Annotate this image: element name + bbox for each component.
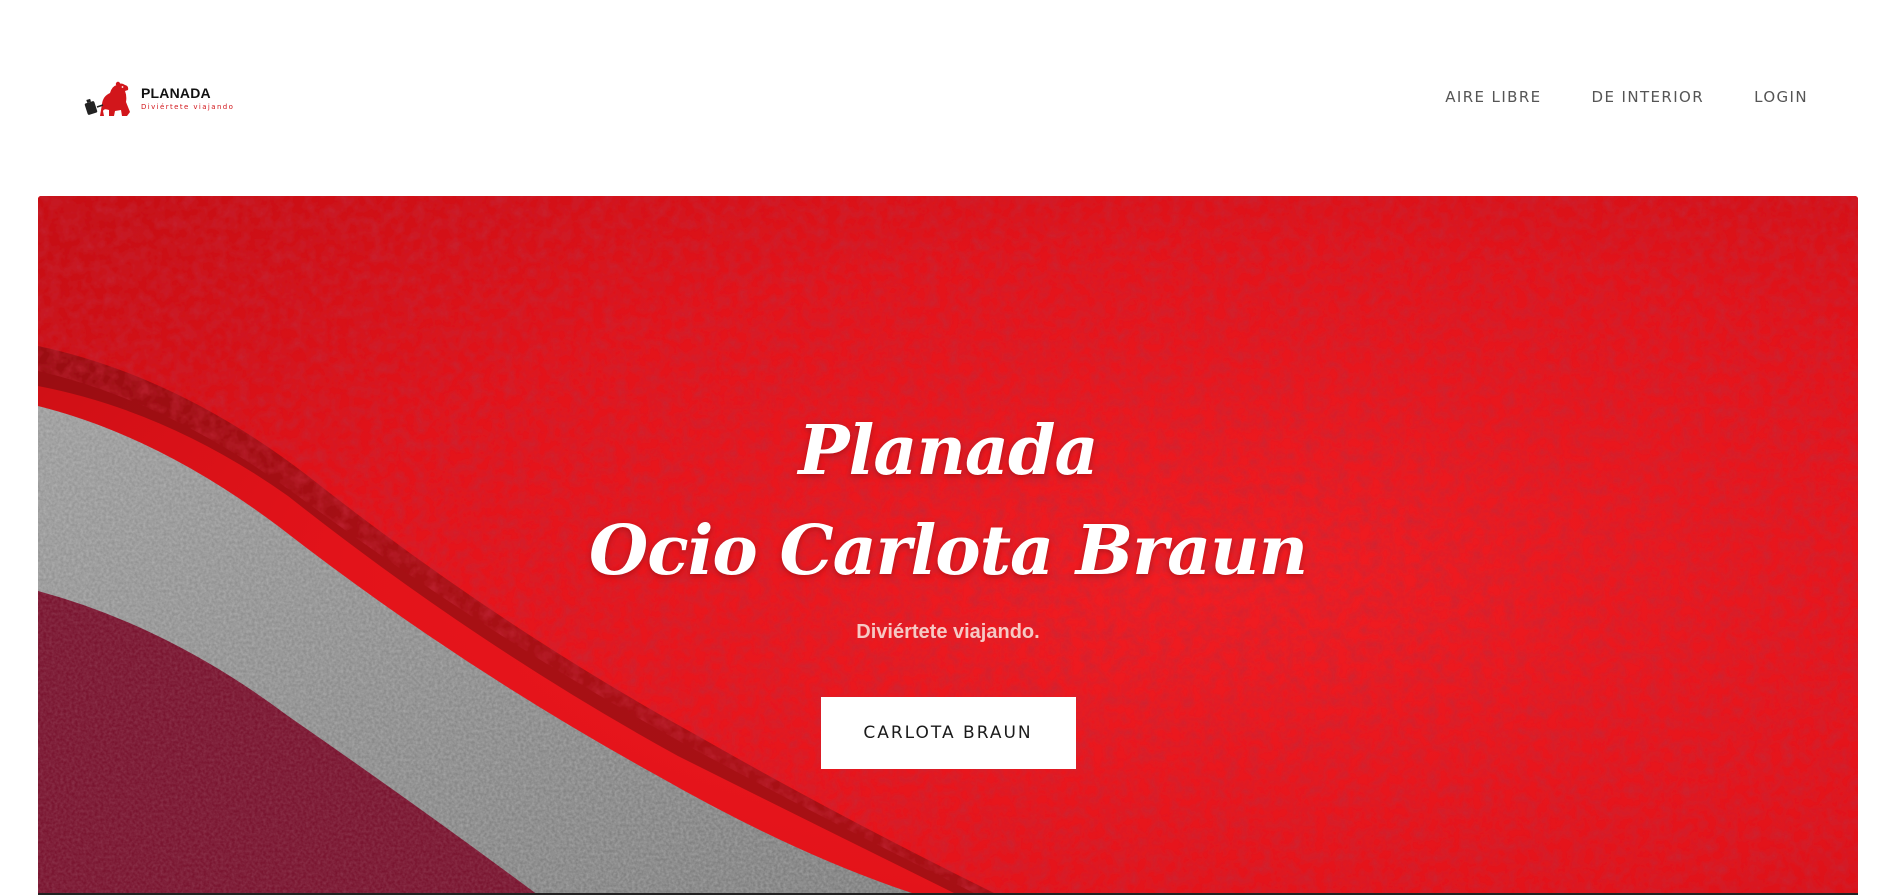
logo-text: PLANADA Diviértete viajando — [141, 85, 234, 112]
logo-link[interactable]: PLANADA Diviértete viajando — [84, 78, 254, 118]
logo-name: PLANADA — [141, 84, 211, 101]
page: PLANADA Diviértete viajando AIRE LIBRE D… — [0, 0, 1892, 895]
nav-item-aire-libre[interactable]: AIRE LIBRE — [1445, 86, 1541, 108]
bear-suitcase-icon — [84, 81, 130, 116]
hero-title: Planada Ocio Carlota Braun — [38, 401, 1858, 601]
nav-item-login[interactable]: LOGIN — [1754, 86, 1808, 108]
main-nav: AIRE LIBRE DE INTERIOR LOGIN — [1445, 86, 1808, 108]
site-header: PLANADA Diviértete viajando AIRE LIBRE D… — [0, 0, 1892, 196]
nav-item-de-interior[interactable]: DE INTERIOR — [1592, 86, 1705, 108]
hero-title-line1: Planada — [798, 411, 1098, 491]
hero-content: Planada Ocio Carlota Braun Diviértete vi… — [38, 401, 1858, 769]
logo-tagline: Diviértete viajando — [141, 102, 235, 111]
hero-section: Planada Ocio Carlota Braun Diviértete vi… — [38, 196, 1858, 895]
hero-cta-button[interactable]: CARLOTA BRAUN — [820, 697, 1076, 769]
hero-subtitle: Diviértete viajando. — [856, 621, 1040, 643]
hero-title-line2: Ocio Carlota Braun — [588, 511, 1308, 591]
